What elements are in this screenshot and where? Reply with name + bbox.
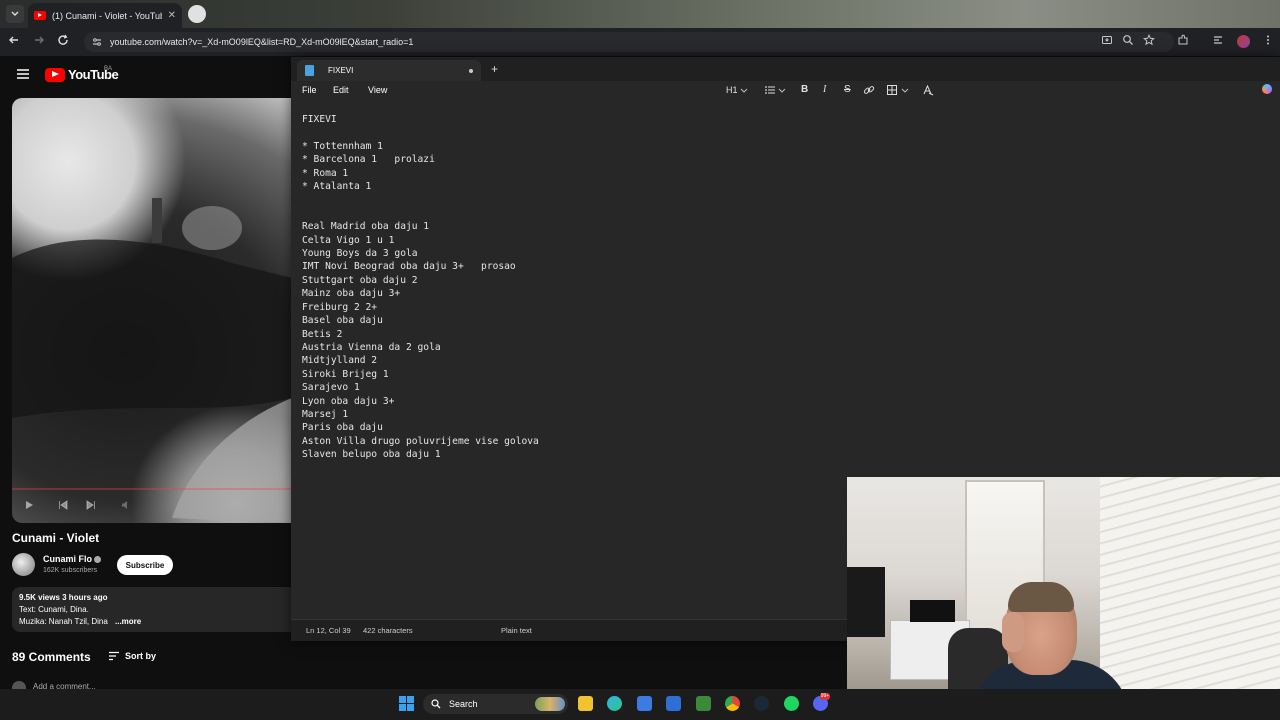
reload-icon[interactable] [57,34,73,50]
notes-app-icon[interactable] [666,696,681,711]
tab-search-button[interactable] [6,5,24,23]
heading-dropdown[interactable]: H1 [726,84,738,96]
play-icon[interactable] [24,500,36,512]
unsaved-dot-icon[interactable] [469,68,473,73]
search-icon [431,699,441,709]
document-icon [305,65,314,76]
bold-button[interactable]: B [801,84,808,96]
spotify-icon[interactable] [784,696,799,711]
italic-button[interactable]: I [823,84,826,96]
microsoft-store-icon[interactable] [637,696,652,711]
menu-edit[interactable]: Edit [333,85,349,95]
video-player[interactable] [12,98,292,523]
subscribe-button[interactable]: Subscribe [117,555,173,575]
tab-close-icon[interactable]: ✕ [168,10,176,21]
extensions-icon[interactable] [1177,34,1191,48]
chevron-down-icon [11,11,19,16]
steam-icon[interactable] [754,696,769,711]
chevron-down-icon[interactable] [778,84,786,96]
verified-badge-icon [94,556,101,563]
show-more-link[interactable]: ...more [115,617,141,626]
description-line: Text: Cunami, Dina. [19,605,89,614]
link-icon[interactable] [863,84,875,96]
file-explorer-icon[interactable] [578,696,593,711]
webcam-person-hand [1002,612,1024,652]
sort-icon[interactable] [108,651,120,661]
menu-file[interactable]: File [302,85,317,95]
description-line: Muzika: Nanah Tzil, Dina [19,617,108,626]
cursor-position: Ln 12, Col 39 [306,626,351,635]
clear-formatting-icon[interactable] [922,84,934,96]
bookmark-star-icon[interactable] [1143,34,1157,48]
zoom-icon[interactable] [1122,34,1136,48]
notepad-tab[interactable]: FIXEVI [297,60,481,81]
notification-badge: 99+ [820,693,830,700]
windows-start-icon[interactable] [399,696,414,711]
profile-avatar[interactable] [1237,35,1250,48]
view-count-date: 9.5K views 3 hours ago [19,593,108,602]
region-code: BA [104,66,113,72]
back-arrow-icon[interactable] [8,34,24,50]
webcam-person-hair [1008,582,1074,612]
character-count: 422 characters [363,626,413,635]
sort-by-button[interactable]: Sort by [125,651,156,661]
video-frame [12,198,292,523]
notepad-tab-title: FIXEVI [328,66,354,75]
reading-list-icon[interactable] [1212,34,1226,48]
notepad-new-tab-button[interactable]: + [491,62,498,76]
search-highlight-icon [535,697,565,711]
notepad-text-content[interactable]: FIXEVI * Tottennham 1 * Barcelona 1 prol… [302,113,539,462]
youtube-logo-icon [45,67,65,82]
webcam-window-blinds [1100,477,1280,720]
webcam-monitor [847,567,885,637]
chrome-icon[interactable] [725,696,740,711]
menu-view[interactable]: View [368,85,387,95]
url-text: youtube.com/watch?v=_Xd-mO09lEQ&list=RD_… [110,37,414,47]
volume-icon[interactable] [121,500,133,512]
chevron-down-icon[interactable] [901,84,909,96]
youtube-favicon-icon [34,11,46,20]
copilot-icon[interactable] [1262,84,1272,94]
comments-count: 89 Comments [12,650,91,664]
taskbar-search-label: Search [449,699,478,709]
browser-tab-youtube[interactable]: (1) Cunami - Violet - YouTube ✕ [28,3,182,28]
channel-avatar[interactable] [12,553,35,576]
hamburger-menu-icon[interactable] [16,68,30,80]
chrome-menu-icon[interactable] [1262,34,1276,48]
webcam-screen [910,600,955,622]
forward-arrow-icon[interactable] [33,34,49,50]
new-tab-button[interactable] [188,5,206,23]
next-icon[interactable] [86,500,98,512]
video-progress-bar[interactable] [12,488,292,490]
list-icon[interactable] [764,84,776,96]
previous-icon[interactable] [58,500,70,512]
edge-icon[interactable] [607,696,622,711]
site-info-icon[interactable] [92,37,102,47]
game-app-icon[interactable] [696,696,711,711]
strikethrough-button[interactable]: S [844,84,851,96]
browser-tab-title: (1) Cunami - Violet - YouTube [52,10,162,21]
subscriber-count: 162K subscribers [43,567,98,574]
video-title: Cunami - Violet [12,531,100,545]
table-icon[interactable] [886,84,898,96]
address-bar[interactable]: youtube.com/watch?v=_Xd-mO09lEQ&list=RD_… [84,32,1174,52]
text-format[interactable]: Plain text [501,626,532,635]
install-app-icon[interactable] [1101,34,1115,48]
chevron-down-icon[interactable] [740,84,748,96]
channel-name[interactable]: Cunami Flo [43,554,92,564]
